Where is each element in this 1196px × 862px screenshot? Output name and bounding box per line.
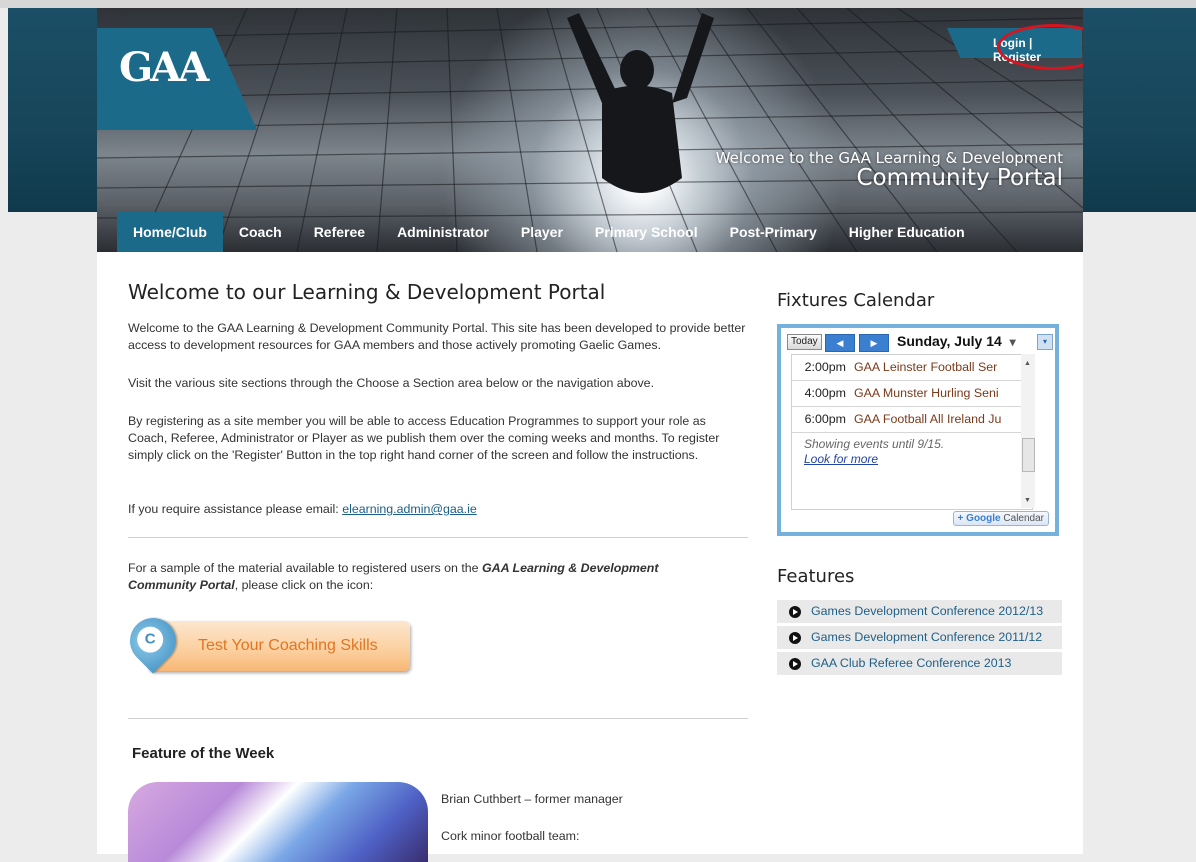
event-time: 6:00pm — [804, 412, 846, 426]
assistance-paragraph: If you require assistance please email: … — [128, 501, 477, 518]
plus-icon: + — [957, 513, 964, 524]
today-button[interactable]: Today — [787, 334, 822, 350]
assistance-email-link[interactable]: elearning.admin@gaa.ie — [342, 502, 477, 516]
calendar-event[interactable]: 4:00pm GAA Munster Hurling Seni — [792, 381, 1032, 407]
nav-item-referee[interactable]: Referee — [298, 212, 381, 252]
calendar-event[interactable]: 2:00pm GAA Leinster Football Ser — [792, 355, 1032, 381]
prev-arrow-icon[interactable]: ◀ — [825, 334, 855, 352]
google-label: Google — [966, 513, 1001, 524]
google-calendar-button[interactable]: + Google Calendar — [952, 511, 1049, 526]
fixtures-calendar: Today ◀ ▶ Sunday, July 14 ▾ ▾ 2:00pm GAA… — [777, 324, 1059, 536]
sample-text-pre: For a sample of the material available t… — [128, 561, 483, 575]
sample-paragraph: For a sample of the material available t… — [128, 560, 728, 594]
portal-title: Community Portal — [856, 165, 1063, 191]
main-content: Welcome to our Learning & Development Po… — [120, 280, 748, 862]
calendar-toolbar: Today ◀ ▶ Sunday, July 14 ▾ ▾ — [787, 333, 1053, 352]
calendar-date-selector[interactable]: Sunday, July 14 ▾ — [897, 333, 1016, 349]
sample-text-post: , please click on the icon: — [234, 578, 374, 592]
calendar-scrollbar[interactable]: ▲ ▼ — [1021, 354, 1035, 508]
feature-link[interactable]: Games Development Conference 2012/13 — [777, 600, 1062, 623]
main-navigation: Home/Club Coach Referee Administrator Pl… — [117, 212, 981, 252]
feature-link[interactable]: GAA Club Referee Conference 2013 — [777, 652, 1062, 675]
event-title[interactable]: GAA Munster Hurling Seni — [854, 381, 999, 406]
next-arrow-icon[interactable]: ▶ — [859, 334, 889, 352]
calendar-menu-icon[interactable]: ▾ — [1037, 334, 1053, 350]
scroll-down-icon[interactable]: ▼ — [1024, 497, 1031, 504]
feature-link-label[interactable]: GAA Club Referee Conference 2013 — [811, 652, 1011, 675]
sections-paragraph: Visit the various site sections through … — [128, 376, 655, 390]
event-time: 4:00pm — [804, 386, 846, 400]
divider — [128, 718, 748, 719]
nav-item-higher-education[interactable]: Higher Education — [833, 212, 981, 252]
features-list: Games Development Conference 2012/13 Gam… — [777, 600, 1062, 678]
sidebar: Fixtures Calendar Today ◀ ▶ Sunday, July… — [777, 290, 1063, 675]
gaa-logo[interactable]: GAA — [119, 44, 209, 91]
play-bullet-icon — [789, 605, 801, 618]
nav-item-post-primary[interactable]: Post-Primary — [714, 212, 833, 252]
register-paragraph: By registering as a site member you will… — [128, 414, 720, 462]
calendar-event[interactable]: 6:00pm GAA Football All Ireland Ju — [792, 407, 1032, 433]
top-strip — [0, 0, 1196, 8]
coach-c-icon: C — [137, 626, 164, 653]
nav-item-primary-school[interactable]: Primary School — [579, 212, 714, 252]
nav-item-administrator[interactable]: Administrator — [381, 212, 505, 252]
play-bullet-icon — [789, 631, 801, 644]
nav-item-coach[interactable]: Coach — [223, 212, 298, 252]
scrollbar-thumb[interactable] — [1022, 438, 1035, 472]
page-title: Welcome to our Learning & Development Po… — [128, 280, 606, 304]
nav-item-home-club[interactable]: Home/Club — [117, 212, 223, 252]
event-title[interactable]: GAA Leinster Football Ser — [854, 355, 997, 380]
showing-events-text: Showing events until 9/15. — [804, 437, 945, 451]
feature-of-week-text: Cork minor football team: — [441, 829, 580, 843]
feature-link[interactable]: Games Development Conference 2011/12 — [777, 626, 1062, 649]
fixtures-calendar-heading: Fixtures Calendar — [777, 290, 935, 311]
scroll-up-icon[interactable]: ▲ — [1024, 360, 1031, 367]
calendar-date[interactable]: Sunday, July 14 — [897, 333, 1002, 349]
chevron-down-icon[interactable]: ▾ — [1010, 335, 1016, 349]
feature-of-week-title: Feature of the Week — [132, 745, 275, 762]
feature-link-label[interactable]: Games Development Conference 2011/12 — [811, 626, 1042, 649]
feature-link-label[interactable]: Games Development Conference 2012/13 — [811, 600, 1043, 623]
calendar-label: Calendar — [1003, 513, 1044, 524]
look-for-more-link[interactable]: Look for more — [804, 452, 878, 466]
feature-of-week-text: Brian Cuthbert – former manager — [441, 792, 623, 806]
page-container: GAA Login | Register Welcome to the GAA … — [97, 8, 1083, 862]
intro-paragraph: Welcome to the GAA Learning & Developmen… — [128, 321, 746, 352]
calendar-event-list[interactable]: 2:00pm GAA Leinster Football Ser 4:00pm … — [791, 354, 1033, 510]
event-title[interactable]: GAA Football All Ireland Ju — [854, 407, 1001, 432]
test-coaching-skills-button[interactable]: C Test Your Coaching Skills — [120, 608, 410, 674]
feature-of-week-image[interactable] — [128, 782, 428, 862]
assistance-text: If you require assistance please email: — [128, 502, 343, 516]
test-button-label[interactable]: Test Your Coaching Skills — [198, 637, 378, 655]
features-heading: Features — [777, 566, 855, 587]
nav-item-player[interactable]: Player — [505, 212, 579, 252]
divider — [128, 537, 748, 538]
calendar-footer-note: Showing events until 9/15. Look for more — [792, 433, 1032, 471]
event-time: 2:00pm — [804, 360, 846, 374]
header-banner: GAA Login | Register Welcome to the GAA … — [97, 8, 1083, 252]
play-bullet-icon — [789, 657, 801, 670]
